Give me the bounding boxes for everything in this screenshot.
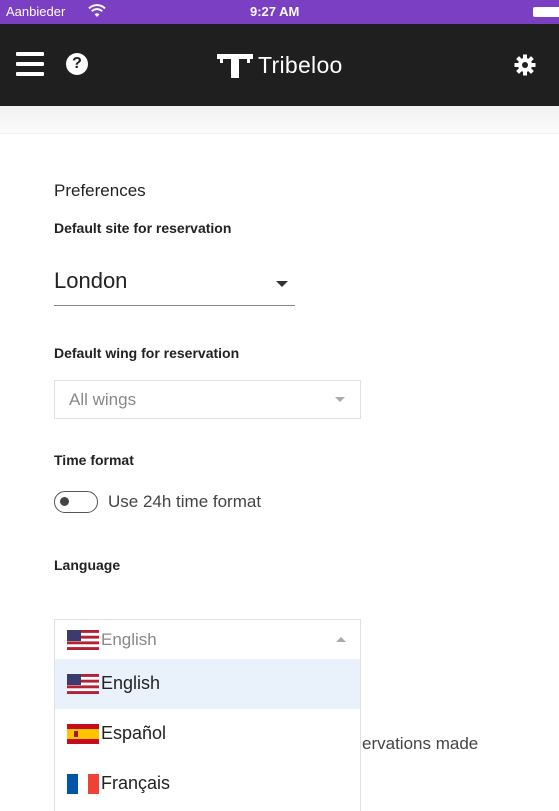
default-wing-label: Default wing for reservation xyxy=(54,345,240,361)
tribeloo-logo xyxy=(217,54,253,78)
time-format-toggle[interactable] xyxy=(54,491,98,513)
time-format-toggle-label: Use 24h time format xyxy=(108,492,262,511)
chevron-up-icon xyxy=(336,637,346,642)
default-wing-value: All wings xyxy=(69,390,137,409)
status-time: 9:27 AM xyxy=(250,4,300,19)
flag-us-icon xyxy=(67,674,99,694)
app-bar: ? Tribeloo xyxy=(0,24,559,106)
toggle-knob xyxy=(60,497,69,506)
default-wing-select[interactable]: All wings xyxy=(54,380,361,419)
flag-fr-icon xyxy=(67,774,99,794)
language-select[interactable]: English xyxy=(54,619,361,659)
default-site-label: Default site for reservation xyxy=(54,220,232,236)
language-selected-value: English xyxy=(101,630,157,649)
carrier-name: Aanbieder xyxy=(6,4,66,19)
language-option-label: Español xyxy=(101,723,167,743)
battery-icon xyxy=(533,7,559,17)
time-format-label: Time format xyxy=(54,452,134,468)
chevron-down-icon xyxy=(335,397,345,402)
wifi-icon xyxy=(88,4,106,17)
preferences-title: Preferences xyxy=(54,181,146,200)
menu-icon[interactable] xyxy=(16,52,44,76)
language-option-english[interactable]: English xyxy=(55,659,360,709)
language-option-french[interactable]: Français xyxy=(55,759,360,809)
default-site-select[interactable]: London xyxy=(54,264,295,306)
chevron-down-icon xyxy=(276,281,288,287)
gear-icon[interactable] xyxy=(514,54,536,76)
flag-us-icon xyxy=(67,630,99,650)
language-option-label: English xyxy=(101,673,161,693)
brand: Tribeloo xyxy=(216,50,343,80)
language-label: Language xyxy=(54,557,121,573)
default-site-value: London xyxy=(54,268,128,293)
status-bar: Aanbieder 9:27 AM xyxy=(0,0,559,24)
app-title: Tribeloo xyxy=(258,51,343,78)
toolbar-strip xyxy=(0,106,559,134)
language-option-spanish[interactable]: Español xyxy=(55,709,360,759)
flag-es-icon xyxy=(67,724,99,744)
language-dropdown: English Español Français xyxy=(54,659,361,811)
partially-hidden-text: ervations made xyxy=(362,734,479,753)
help-icon[interactable]: ? xyxy=(66,53,88,75)
language-option-label: Français xyxy=(101,773,171,793)
